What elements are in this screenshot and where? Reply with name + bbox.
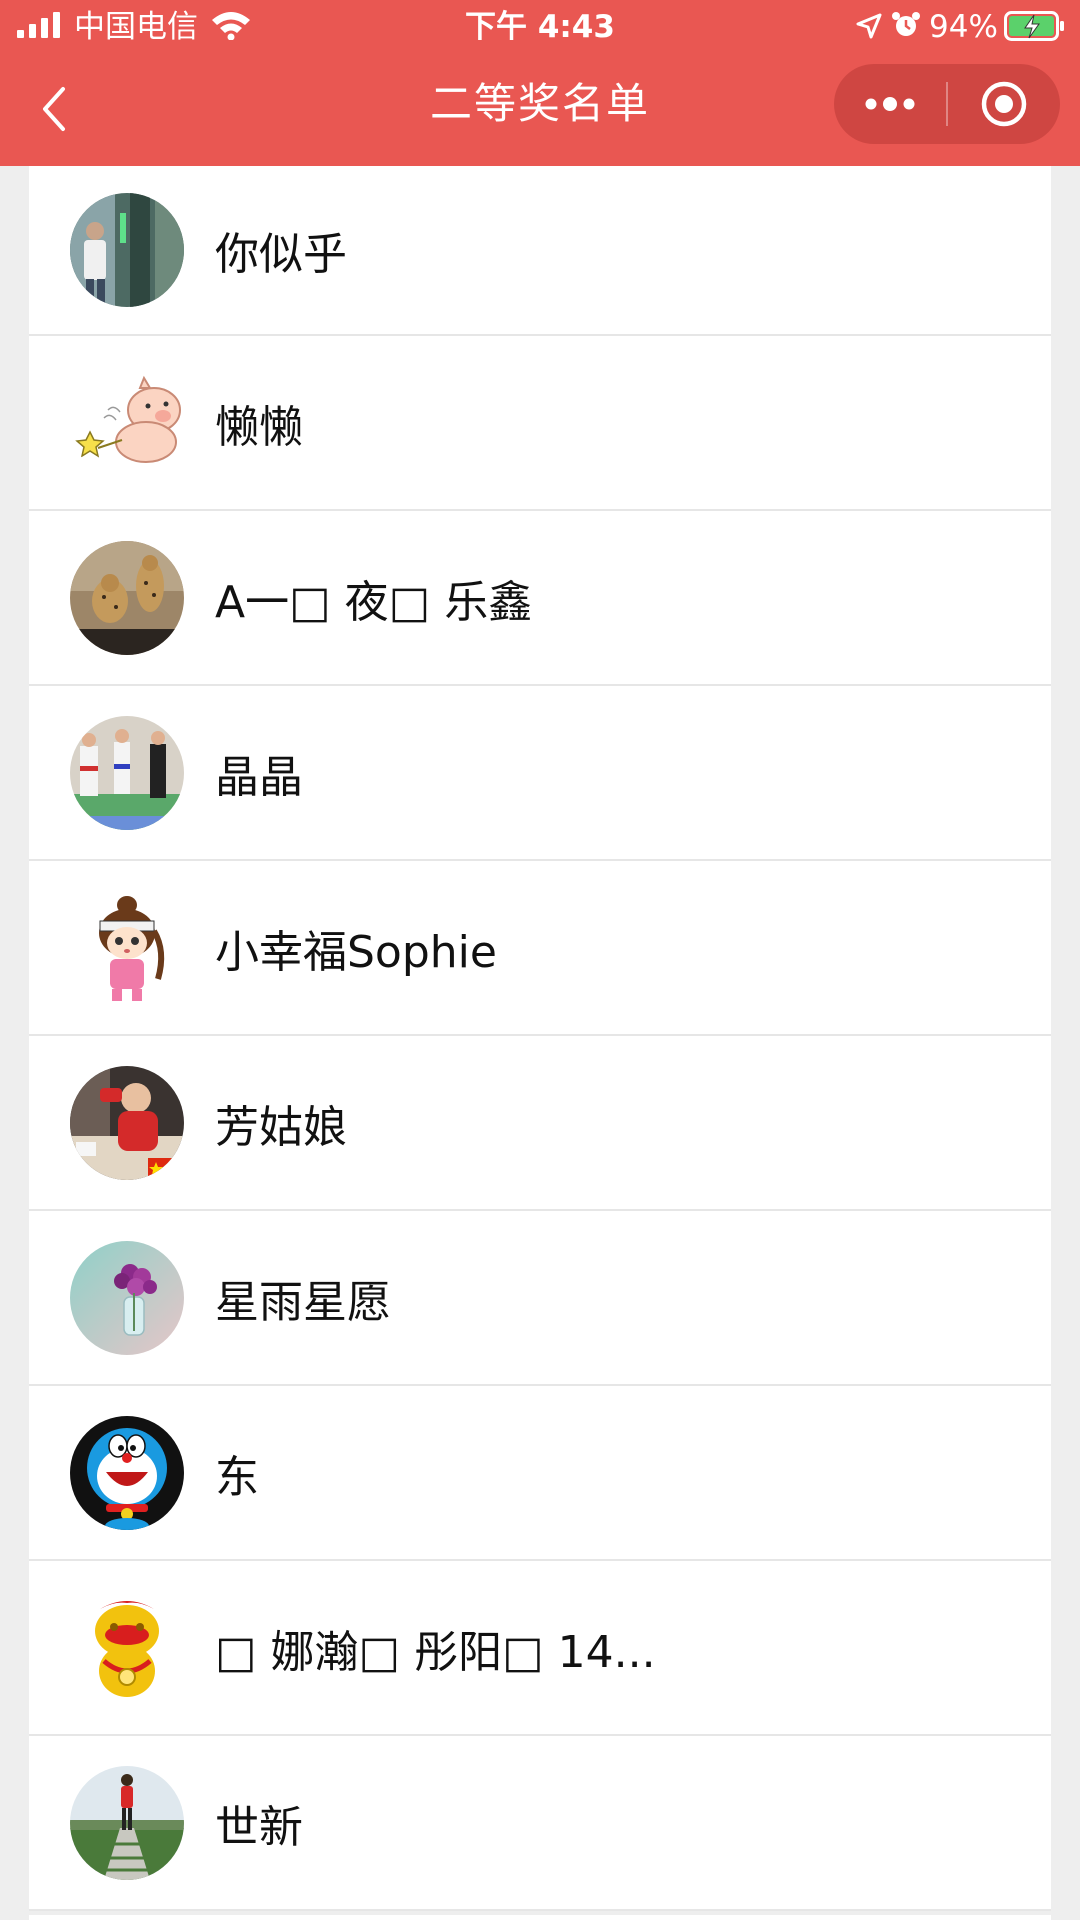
- avatar: [70, 1765, 184, 1880]
- more-button[interactable]: [834, 64, 946, 144]
- battery-charging-icon: [1004, 11, 1064, 41]
- list-item[interactable]: A一□ 夜□ 乐鑫: [29, 511, 1051, 686]
- alarm-icon: [892, 12, 920, 36]
- more-dots-icon: [865, 97, 915, 111]
- location-arrow-icon: [856, 13, 882, 39]
- list-item[interactable]: 芳姑娘: [29, 1036, 1051, 1211]
- list-item[interactable]: 东: [29, 1386, 1051, 1561]
- winner-name: A一□ 夜□ 乐鑫: [215, 576, 533, 628]
- avatar: [70, 1590, 184, 1705]
- list-item[interactable]: 懒懒: [29, 336, 1051, 511]
- nav-bar: 二等奖名单: [0, 54, 1080, 166]
- mini-program-capsule: [834, 64, 1060, 144]
- winner-name: 懒懒: [215, 401, 303, 453]
- winner-list: 你似乎 懒懒 A一□ 夜□ 乐鑫 晶晶 小幸福Sophie 芳姑娘 星雨星愿 东…: [29, 166, 1051, 1911]
- list-continuation: [29, 1915, 1051, 1920]
- list-item[interactable]: 晶晶: [29, 686, 1051, 861]
- list-item[interactable]: □ 娜瀚□ 彤阳□ 14...: [29, 1561, 1051, 1736]
- winner-name: 你似乎: [215, 229, 347, 280]
- winner-name: 星雨星愿: [215, 1276, 391, 1328]
- avatar: [70, 540, 184, 655]
- winner-name: 芳姑娘: [215, 1101, 347, 1153]
- battery-percent: 94%: [929, 9, 998, 45]
- list-item[interactable]: 你似乎: [29, 166, 1051, 336]
- header: 中国电信 下午 4:43 94% 二等奖名单: [0, 0, 1080, 166]
- close-button[interactable]: [948, 64, 1060, 144]
- list-item[interactable]: 世新: [29, 1736, 1051, 1911]
- avatar: [70, 193, 184, 307]
- avatar: [70, 1240, 184, 1355]
- status-bar: 中国电信 下午 4:43 94%: [0, 0, 1080, 54]
- avatar: [70, 1415, 184, 1530]
- winner-name: □ 娜瀚□ 彤阳□ 14...: [215, 1626, 656, 1678]
- winner-name: 世新: [215, 1801, 303, 1853]
- avatar: [70, 715, 184, 830]
- avatar: [70, 890, 184, 1005]
- avatar: [70, 365, 184, 480]
- list-item[interactable]: 星雨星愿: [29, 1211, 1051, 1386]
- target-close-icon: [981, 81, 1027, 127]
- winner-name: 小幸福Sophie: [215, 926, 497, 978]
- list-item[interactable]: 小幸福Sophie: [29, 861, 1051, 1036]
- winner-name: 晶晶: [215, 751, 303, 803]
- winner-name: 东: [215, 1451, 259, 1503]
- avatar: [70, 1065, 184, 1180]
